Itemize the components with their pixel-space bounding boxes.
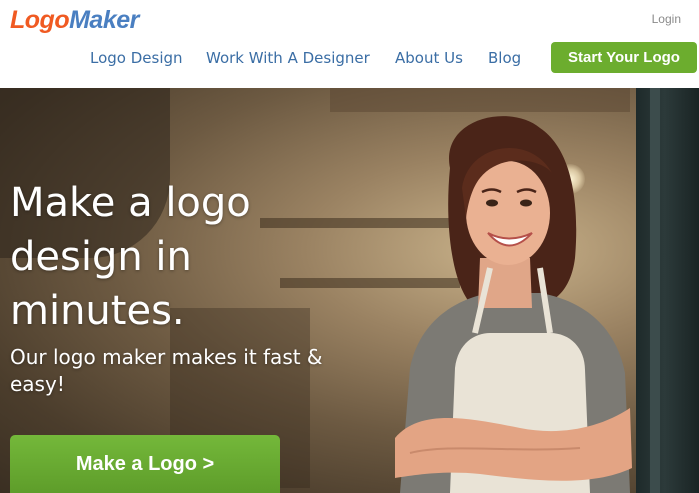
background-door — [636, 88, 699, 493]
nav-about-us[interactable]: About Us — [395, 46, 463, 70]
smiling-woman-illustration — [395, 116, 632, 493]
hero-headline: Make a logo design in minutes. — [10, 180, 251, 334]
site-header: LogoMaker Login Logo Design Work With A … — [0, 0, 699, 88]
login-link[interactable]: Login — [652, 12, 681, 26]
nav-logo-design[interactable]: Logo Design — [90, 46, 183, 70]
background-door-edge — [650, 88, 660, 493]
hero-subheadline: Our logo maker makes it fast & easy! — [10, 345, 323, 396]
hero-banner: Make a logo design in minutes. Our logo … — [0, 88, 699, 493]
nav-work-with-designer[interactable]: Work With A Designer — [206, 46, 370, 70]
start-your-logo-button[interactable]: Start Your Logo — [551, 42, 697, 73]
logomaker-logo[interactable]: LogoMaker — [10, 4, 139, 36]
make-a-logo-button[interactable]: Make a Logo > — [10, 435, 280, 493]
nav-blog[interactable]: Blog — [488, 46, 521, 70]
